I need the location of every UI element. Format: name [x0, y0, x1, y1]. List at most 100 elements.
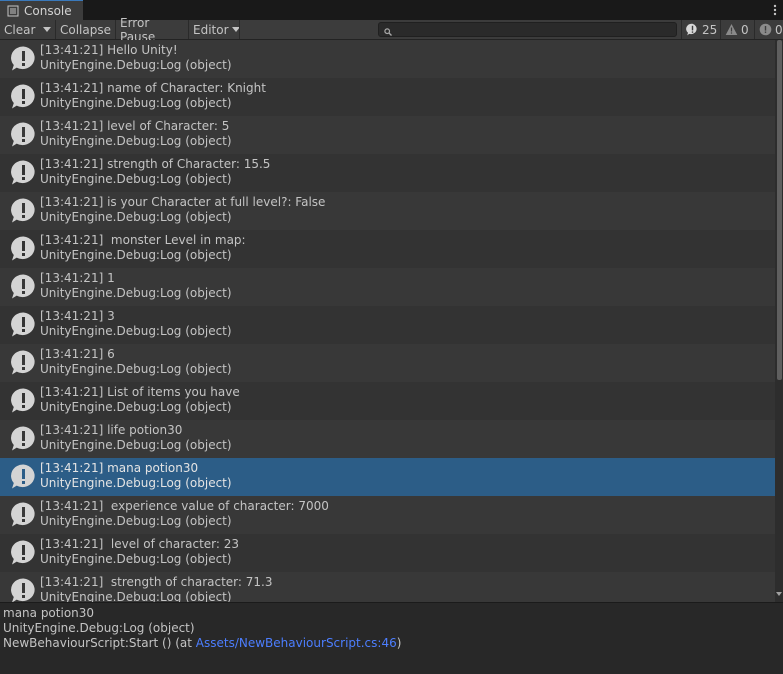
log-source: UnityEngine.Debug:Log (object) — [40, 58, 232, 72]
info-bubble-icon — [10, 197, 37, 224]
log-message: [13:41:21] level of character: 23 — [40, 537, 240, 551]
warning-icon — [725, 24, 738, 35]
search-input[interactable] — [378, 22, 677, 37]
log-message: [13:41:21] experience value of character… — [40, 499, 329, 513]
toolbar-divider — [720, 20, 721, 39]
toolbar-divider — [681, 20, 682, 39]
stack-trace-pane: mana potion30 UnityEngine.Debug:Log (obj… — [0, 602, 783, 674]
info-bubble-icon — [10, 349, 37, 376]
log-entry[interactable]: [13:41:21] List of items you have UnityE… — [0, 382, 775, 420]
log-message: [13:41:21] is your Character at full lev… — [40, 195, 326, 209]
log-entry[interactable]: [13:41:21] monster Level in map: UnityEn… — [0, 230, 775, 268]
console-list-icon — [7, 5, 19, 17]
log-source: UnityEngine.Debug:Log (object) — [40, 210, 232, 224]
log-message: [13:41:21] strength of Character: 15.5 — [40, 157, 271, 171]
log-message: [13:41:21] level of Character: 5 — [40, 119, 230, 133]
info-bubble-icon — [10, 311, 37, 338]
log-message: [13:41:21] mana potion30 — [40, 461, 199, 475]
log-entry[interactable]: [13:41:21] Hello Unity! UnityEngine.Debu… — [0, 40, 775, 78]
info-bubble-icon — [10, 235, 37, 262]
log-message: [13:41:21] Hello Unity! — [40, 43, 178, 57]
info-bubble-icon — [10, 539, 37, 566]
log-message: [13:41:21] 6 — [40, 347, 115, 361]
tab-console[interactable]: Console — [0, 0, 83, 20]
log-entry[interactable]: [13:41:21] is your Character at full lev… — [0, 192, 775, 230]
detail-call-text: NewBehaviourScript:Start () (at — [3, 636, 196, 650]
log-entry[interactable]: [13:41:21] experience value of character… — [0, 496, 775, 534]
tab-title: Console — [24, 3, 72, 18]
log-entry-list: [13:41:21] Hello Unity! UnityEngine.Debu… — [0, 40, 775, 602]
log-source: UnityEngine.Debug:Log (object) — [40, 438, 232, 452]
log-count: 25 — [702, 22, 718, 37]
error-count: 0 — [775, 22, 783, 37]
log-entry[interactable]: [13:41:21] level of Character: 5 UnityEn… — [0, 116, 775, 154]
clear-options-dropdown[interactable] — [38, 20, 55, 39]
log-entry[interactable]: [13:41:21] 1 UnityEngine.Debug:Log (obje… — [0, 268, 775, 306]
log-entry[interactable]: [13:41:21] 6 UnityEngine.Debug:Log (obje… — [0, 344, 775, 382]
detail-call: UnityEngine.Debug:Log (object) — [3, 621, 195, 635]
log-entry[interactable]: [13:41:21] level of character: 23 UnityE… — [0, 534, 775, 572]
info-bubble-icon — [10, 83, 37, 110]
log-message: [13:41:21] List of items you have — [40, 385, 240, 399]
log-source: UnityEngine.Debug:Log (object) — [40, 552, 232, 566]
log-source: UnityEngine.Debug:Log (object) — [40, 362, 232, 376]
toolbar-divider — [239, 20, 240, 39]
window-titlebar: Console — [0, 0, 783, 20]
log-message: [13:41:21] name of Character: Knight — [40, 81, 266, 95]
scroll-down-arrow-icon[interactable] — [776, 592, 782, 596]
chevron-down-icon — [43, 27, 51, 32]
log-message: [13:41:21] strength of character: 71.3 — [40, 575, 273, 589]
collapse-toggle[interactable]: Collapse — [56, 20, 114, 39]
detail-message: mana potion30 — [3, 606, 95, 620]
info-bubble-icon — [10, 425, 37, 452]
log-source: UnityEngine.Debug:Log (object) — [40, 400, 232, 414]
info-bubble-icon — [10, 273, 37, 300]
error-pause-toggle[interactable]: Error Pause — [116, 16, 188, 44]
info-bubble-icon — [10, 159, 37, 186]
info-bubble-icon — [10, 45, 37, 72]
error-filter-toggle[interactable]: 0 — [759, 20, 783, 39]
warning-filter-toggle[interactable]: 0 — [725, 20, 749, 39]
collapse-label: Collapse — [60, 22, 111, 37]
info-bubble-icon — [10, 463, 37, 490]
log-entry[interactable]: [13:41:21] strength of character: 71.3 U… — [0, 572, 775, 602]
log-source: UnityEngine.Debug:Log (object) — [40, 324, 232, 338]
console-toolbar: Clear Collapse Error Pause Editor 25 0 0 — [0, 16, 783, 44]
error-icon — [759, 23, 772, 36]
scrollbar-thumb[interactable] — [777, 40, 782, 380]
editor-label: Editor — [193, 22, 229, 37]
log-source: UnityEngine.Debug:Log (object) — [40, 514, 232, 528]
log-source: UnityEngine.Debug:Log (object) — [40, 248, 232, 262]
info-bubble-icon — [10, 501, 37, 528]
log-message: [13:41:21] 3 — [40, 309, 115, 323]
info-bubble-icon — [10, 577, 37, 602]
log-message: [13:41:21] monster Level in map: — [40, 233, 246, 247]
log-entry[interactable]: [13:41:21] name of Character: Knight Uni… — [0, 78, 775, 116]
info-bubble-icon — [10, 121, 37, 148]
log-filter-toggle[interactable]: 25 — [686, 20, 717, 39]
log-source: UnityEngine.Debug:Log (object) — [40, 590, 232, 602]
log-source: UnityEngine.Debug:Log (object) — [40, 96, 232, 110]
log-entry-selected[interactable]: [13:41:21] mana potion30 UnityEngine.Deb… — [0, 458, 775, 496]
info-icon — [686, 23, 697, 36]
log-message: [13:41:21] 1 — [40, 271, 115, 285]
log-source: UnityEngine.Debug:Log (object) — [40, 172, 232, 186]
clear-button[interactable]: Clear — [0, 20, 38, 39]
log-source: UnityEngine.Debug:Log (object) — [40, 286, 232, 300]
search-icon — [384, 25, 392, 36]
kebab-menu-icon[interactable] — [771, 2, 779, 18]
source-file-link[interactable]: Assets/NewBehaviourScript.cs:46 — [196, 636, 397, 650]
log-source: UnityEngine.Debug:Log (object) — [40, 476, 232, 490]
info-bubble-icon — [10, 387, 37, 414]
detail-call: NewBehaviourScript:Start () (at Assets/N… — [3, 636, 780, 651]
toolbar-divider — [754, 20, 755, 39]
warning-count: 0 — [741, 22, 749, 37]
log-entry[interactable]: [13:41:21] life potion30 UnityEngine.Deb… — [0, 420, 775, 458]
log-source: UnityEngine.Debug:Log (object) — [40, 134, 232, 148]
detail-call-suffix: ) — [396, 636, 402, 650]
clear-label: Clear — [4, 22, 36, 37]
log-message: [13:41:21] life potion30 — [40, 423, 183, 437]
log-entry[interactable]: [13:41:21] strength of Character: 15.5 U… — [0, 154, 775, 192]
log-entry[interactable]: [13:41:21] 3 UnityEngine.Debug:Log (obje… — [0, 306, 775, 344]
editor-dropdown[interactable]: Editor — [189, 20, 240, 39]
